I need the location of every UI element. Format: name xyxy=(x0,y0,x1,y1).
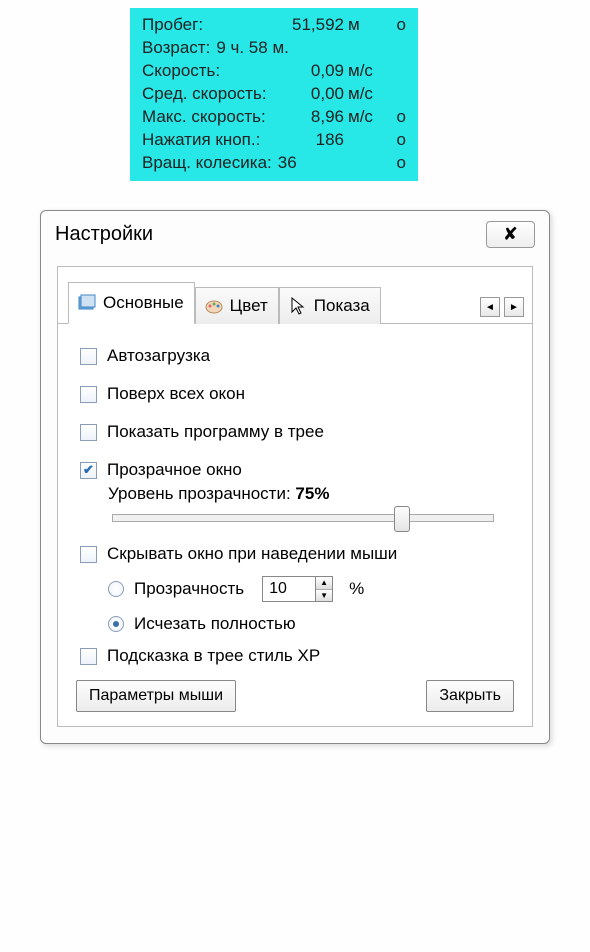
stat-value: 36 xyxy=(272,152,348,175)
checkbox-transparent[interactable] xyxy=(80,462,97,479)
tab-main[interactable]: Основные xyxy=(68,282,195,324)
checkbox-label: Показать программу в трее xyxy=(107,422,324,442)
spinner-up[interactable]: ▲ xyxy=(316,577,332,590)
slider-thumb[interactable] xyxy=(394,506,410,532)
settings-dialog: Настройки ✘ Основные Цвет Показа ◄ ► xyxy=(40,210,550,744)
stat-row: Вращ. колесика: 36 о xyxy=(142,152,406,175)
stat-label: Пробег: xyxy=(142,14,203,37)
tab-label: Цвет xyxy=(230,296,268,316)
stat-value: 9 ч. 58 м. xyxy=(210,37,348,60)
stat-value: 51,592 xyxy=(203,14,348,37)
close-button[interactable]: ✘ xyxy=(486,221,535,248)
checkbox-transparent-row: Прозрачное окно xyxy=(80,460,510,480)
radio-label: Исчезать полностью xyxy=(134,614,296,634)
stat-reset[interactable] xyxy=(388,37,406,60)
transparency-level-value: 75% xyxy=(295,484,329,503)
stats-overlay: Пробег: 51,592 м о Возраст: 9 ч. 58 м. С… xyxy=(130,8,418,181)
stat-unit: м/с xyxy=(348,60,388,83)
transparency-level-label: Уровень прозрачности: 75% xyxy=(108,484,510,504)
stat-unit xyxy=(348,37,388,60)
radio-vanish[interactable] xyxy=(108,616,124,632)
stat-reset[interactable] xyxy=(388,83,406,106)
radio-label: Прозрачность xyxy=(134,579,244,599)
checkbox-tooltip-xp[interactable] xyxy=(80,648,97,665)
percent-sign: % xyxy=(349,579,364,599)
stat-label: Вращ. колесика: xyxy=(142,152,272,175)
stat-value: 0,09 xyxy=(220,60,348,83)
checkbox-label: Скрывать окно при наведении мыши xyxy=(107,544,397,564)
tab-color[interactable]: Цвет xyxy=(195,287,279,324)
stat-label: Макс. скорость: xyxy=(142,106,266,129)
palette-icon xyxy=(204,296,224,316)
checkbox-label: Прозрачное окно xyxy=(107,460,242,480)
transparency-slider[interactable] xyxy=(112,514,510,522)
radio-transparency-row: Прозрачность 10 ▲ ▼ % xyxy=(108,576,510,602)
tab-body-main: Автозагрузка Поверх всех окон Показать п… xyxy=(58,324,532,682)
checkbox-tray-row: Показать программу в трее xyxy=(80,422,510,442)
checkbox-tooltip-xp-row: Подсказка в трее стиль XP xyxy=(80,646,510,666)
tab-label: Основные xyxy=(103,293,184,313)
stat-reset[interactable]: о xyxy=(388,129,406,152)
dialog-title: Настройки xyxy=(55,223,486,246)
tab-scroll-right[interactable]: ► xyxy=(504,297,524,317)
checkbox-ontop-row: Поверх всех окон xyxy=(80,384,510,404)
inner-frame: Основные Цвет Показа ◄ ► Автозагрузка xyxy=(57,266,533,727)
stat-row: Сред. скорость: 0,00 м/с xyxy=(142,83,406,106)
radio-vanish-row: Исчезать полностью xyxy=(108,614,510,634)
slider-track[interactable] xyxy=(112,514,494,522)
checkbox-label: Автозагрузка xyxy=(107,346,210,366)
stat-unit xyxy=(348,152,388,175)
dialog-button-row: Параметры мыши Закрыть xyxy=(58,680,532,712)
stat-reset[interactable]: о xyxy=(388,106,406,129)
mouse-params-button[interactable]: Параметры мыши xyxy=(76,680,236,712)
stat-row: Скорость: 0,09 м/с xyxy=(142,60,406,83)
checkbox-autoload-row: Автозагрузка xyxy=(80,346,510,366)
stat-row: Возраст: 9 ч. 58 м. xyxy=(142,37,406,60)
checkbox-hide-on-hover-row: Скрывать окно при наведении мыши xyxy=(80,544,510,564)
stat-label: Нажатия кноп.: xyxy=(142,129,260,152)
stat-unit: м/с xyxy=(348,106,388,129)
checkbox-ontop[interactable] xyxy=(80,386,97,403)
cursor-icon xyxy=(288,296,308,316)
close-dialog-button[interactable]: Закрыть xyxy=(426,680,514,712)
settings-icon xyxy=(77,293,97,313)
checkbox-tray[interactable] xyxy=(80,424,97,441)
stat-row: Макс. скорость: 8,96 м/с о xyxy=(142,106,406,129)
stat-unit xyxy=(348,129,388,152)
stat-unit: м xyxy=(348,14,388,37)
tab-scroll-arrows: ◄ ► xyxy=(480,297,532,323)
stat-label: Скорость: xyxy=(142,60,220,83)
titlebar: Настройки ✘ xyxy=(41,211,549,266)
tab-label: Показа xyxy=(314,296,370,316)
checkbox-label: Поверх всех окон xyxy=(107,384,245,404)
stat-value: 8,96 xyxy=(266,106,348,129)
spinner-down[interactable]: ▼ xyxy=(316,590,332,602)
tab-scroll-left[interactable]: ◄ xyxy=(480,297,500,317)
stat-reset[interactable]: о xyxy=(388,152,406,175)
tabstrip: Основные Цвет Показа ◄ ► xyxy=(58,281,532,324)
tab-show[interactable]: Показа xyxy=(279,287,381,324)
stat-label: Возраст: xyxy=(142,37,210,60)
close-icon: ✘ xyxy=(503,224,518,244)
checkbox-autoload[interactable] xyxy=(80,348,97,365)
radio-transparency[interactable] xyxy=(108,581,124,597)
stat-value: 186 xyxy=(260,129,348,152)
stat-label: Сред. скорость: xyxy=(142,83,267,106)
stat-reset[interactable]: о xyxy=(388,14,406,37)
checkbox-label: Подсказка в трее стиль XP xyxy=(107,646,320,666)
spinner-value: 10 xyxy=(263,577,315,601)
checkbox-hide-on-hover[interactable] xyxy=(80,546,97,563)
transparency-spinner[interactable]: 10 ▲ ▼ xyxy=(262,576,333,602)
stat-row: Пробег: 51,592 м о xyxy=(142,14,406,37)
stat-value: 0,00 xyxy=(267,83,348,106)
hide-sub-options: Прозрачность 10 ▲ ▼ % Исчезать полностью xyxy=(108,576,510,634)
stat-unit: м/с xyxy=(348,83,388,106)
stat-reset[interactable] xyxy=(388,60,406,83)
stat-row: Нажатия кноп.: 186 о xyxy=(142,129,406,152)
